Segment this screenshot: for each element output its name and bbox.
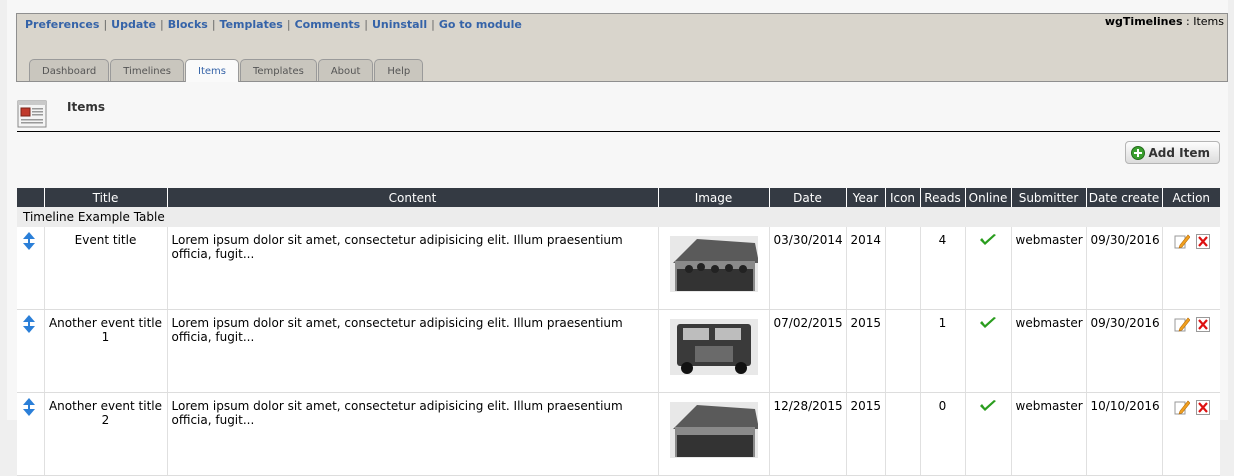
table-row: Event title Lorem ipsum dolor sit amet, … — [17, 227, 1220, 310]
tab-help[interactable]: Help — [374, 59, 424, 81]
item-title: Another event title 1 — [43, 309, 167, 393]
tab-dashboard[interactable]: Dashboard — [29, 59, 110, 81]
item-image-cell — [657, 309, 769, 393]
admin-menu-box: Preferences | Update | Blocks | Templates | Comm… — [16, 13, 1228, 82]
item-date-create: 10/10/2016 — [1085, 392, 1162, 476]
col-header-date-create: Date create — [1085, 188, 1162, 207]
page-header: Items — [17, 98, 1220, 132]
table-row: Another event title 1 Lorem ipsum dolor … — [17, 309, 1220, 393]
admin-links: Preferences | Update | Blocks | Templates | Comm… — [25, 18, 522, 31]
item-submitter: webmaster — [1010, 227, 1086, 310]
item-year: 2015 — [845, 392, 885, 476]
col-header-title: Title — [43, 188, 167, 207]
tab-timelines[interactable]: Timelines — [110, 59, 184, 81]
item-reads: 4 — [919, 227, 965, 310]
item-image-cell — [657, 227, 769, 310]
module-separator: : — [1182, 15, 1194, 28]
delete-icon[interactable] — [1196, 316, 1211, 332]
tab-about[interactable]: About — [317, 59, 374, 81]
link-preferences[interactable]: Preferences — [25, 18, 99, 31]
items-page-icon — [17, 100, 47, 128]
add-item-button[interactable]: Add Item — [1124, 141, 1220, 164]
sort-arrows-icon[interactable] — [23, 232, 35, 250]
item-date-create: 09/30/2016 — [1085, 309, 1162, 393]
item-online-cell — [964, 392, 1011, 476]
item-submitter: webmaster — [1010, 309, 1086, 393]
page-title: Items — [67, 100, 105, 114]
item-year: 2015 — [845, 309, 885, 393]
item-year: 2014 — [845, 227, 885, 310]
item-image — [663, 396, 764, 464]
add-icon — [1130, 145, 1145, 160]
item-date: 12/28/2015 — [768, 392, 846, 476]
link-go-to-module[interactable]: Go to module — [439, 18, 522, 31]
module-name: wgTimelines — [1104, 15, 1183, 28]
item-content: Lorem ipsum dolor sit amet, consectetur … — [166, 392, 658, 476]
table-caption: Timeline Example Table — [17, 207, 1220, 227]
tab-items[interactable]: Items — [185, 59, 239, 82]
item-icon — [884, 227, 920, 310]
items-table: Title Content Image Date Year Icon Reads… — [17, 188, 1220, 476]
edit-icon[interactable] — [1174, 399, 1191, 415]
delete-icon[interactable] — [1196, 399, 1211, 415]
sort-cell — [17, 309, 44, 393]
item-title: Event title — [43, 227, 167, 310]
sort-cell — [17, 392, 44, 476]
link-comments[interactable]: Comments — [295, 18, 361, 31]
item-title: Another event title 2 — [43, 392, 167, 476]
item-actions — [1161, 227, 1220, 310]
col-header-online: Online — [964, 188, 1011, 207]
sort-cell — [17, 227, 44, 310]
item-reads: 1 — [919, 309, 965, 393]
item-content: Lorem ipsum dolor sit amet, consectetur … — [166, 309, 658, 393]
col-header-image: Image — [657, 188, 769, 207]
link-templates[interactable]: Templates — [220, 18, 283, 31]
item-date-create: 09/30/2016 — [1085, 227, 1162, 310]
edit-icon[interactable] — [1174, 316, 1191, 332]
item-submitter: webmaster — [1010, 392, 1086, 476]
item-online-cell — [964, 309, 1011, 393]
item-date: 03/30/2014 — [768, 227, 846, 310]
edit-icon[interactable] — [1174, 233, 1191, 249]
col-header-icon: Icon — [884, 188, 920, 207]
col-header-year: Year — [845, 188, 885, 207]
tab-bar: Dashboard Timelines Items Templates Abou… — [29, 59, 424, 82]
col-header-action: Action — [1161, 188, 1220, 207]
link-uninstall[interactable]: Uninstall — [372, 18, 427, 31]
delete-icon[interactable] — [1196, 233, 1211, 249]
item-icon — [884, 309, 920, 393]
item-reads: 0 — [919, 392, 965, 476]
sort-arrows-icon[interactable] — [23, 315, 35, 333]
check-icon[interactable] — [979, 316, 997, 330]
check-icon[interactable] — [979, 399, 997, 413]
col-header-order — [17, 188, 44, 207]
col-header-submitter: Submitter — [1010, 188, 1086, 207]
check-icon[interactable] — [979, 233, 997, 247]
table-header-row: Title Content Image Date Year Icon Reads… — [17, 188, 1220, 207]
col-header-reads: Reads — [919, 188, 965, 207]
col-header-content: Content — [166, 188, 658, 207]
page: Preferences | Update | Blocks | Templates | Comm… — [7, 0, 1228, 476]
item-content: Lorem ipsum dolor sit amet, consectetur … — [166, 227, 658, 310]
link-blocks[interactable]: Blocks — [168, 18, 208, 31]
item-date: 07/02/2015 — [768, 309, 846, 393]
module-page: Items — [1193, 15, 1224, 28]
module-title: wgTimelines : Items — [1105, 15, 1224, 28]
item-image — [663, 313, 764, 381]
table-row: Another event title 2 Lorem ipsum dolor … — [17, 392, 1220, 476]
link-update[interactable]: Update — [111, 18, 156, 31]
item-actions — [1161, 392, 1220, 476]
add-item-label: Add Item — [1148, 145, 1211, 160]
item-actions — [1161, 309, 1220, 393]
item-image — [663, 230, 764, 298]
item-online-cell — [964, 227, 1011, 310]
sort-arrows-icon[interactable] — [23, 398, 35, 416]
tab-templates[interactable]: Templates — [239, 59, 317, 81]
item-image-cell — [657, 392, 769, 476]
item-icon — [884, 392, 920, 476]
col-header-date: Date — [768, 188, 846, 207]
